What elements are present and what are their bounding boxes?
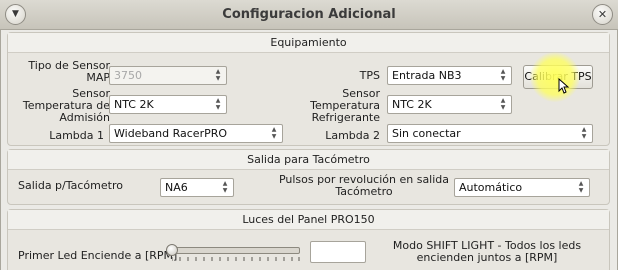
spin-arrows-icon[interactable]: ▲ ▼ bbox=[219, 180, 231, 195]
primer-led-rpm-input[interactable] bbox=[310, 241, 366, 263]
spin-arrows-icon[interactable]: ▲ ▼ bbox=[578, 126, 590, 141]
spin-arrows-icon[interactable]: ▲ ▼ bbox=[212, 68, 224, 83]
sensor-temp-refrigerante-combo[interactable]: NTC 2K ▲ ▼ bbox=[387, 95, 512, 114]
salida-tacometro-combo[interactable]: NA6 ▲ ▼ bbox=[160, 178, 234, 197]
lambda1-value: Wideband RacerPRO bbox=[114, 127, 228, 140]
luces-panel-title: Luces del Panel PRO150 bbox=[8, 210, 609, 230]
close-icon[interactable]: ✕ bbox=[592, 4, 613, 25]
shift-light-label: Modo SHIFT LIGHT - Todos los leds encien… bbox=[392, 239, 582, 264]
mouse-cursor-icon bbox=[558, 78, 570, 94]
spin-arrows-icon[interactable]: ▲ ▼ bbox=[212, 97, 224, 112]
tipo-sensor-map-combo[interactable]: 3750 ▲ ▼ bbox=[109, 66, 227, 85]
sensor-temp-refrigerante-value: NTC 2K bbox=[392, 98, 432, 111]
tps-label: TPS bbox=[359, 69, 380, 82]
luces-panel-group: Luces del Panel PRO150 Primer Led Encien… bbox=[7, 209, 610, 270]
click-highlight bbox=[530, 52, 580, 102]
salida-tacometro-label: Salida p/Tacómetro bbox=[18, 179, 123, 192]
sensor-temp-admision-combo[interactable]: NTC 2K ▲ ▼ bbox=[109, 95, 227, 114]
pulsos-label: Pulsos por revolución en salida Tacómetr… bbox=[278, 173, 450, 198]
lambda2-combo[interactable]: Sin conectar ▲ ▼ bbox=[387, 124, 593, 143]
lambda1-combo[interactable]: Wideband RacerPRO ▲ ▼ bbox=[109, 124, 283, 143]
equipamiento-group: Equipamiento Tipo de Sensor MAP 3750 ▲ ▼ … bbox=[7, 32, 610, 146]
pulsos-value: Automático bbox=[459, 181, 523, 194]
spin-arrows-icon[interactable]: ▲ ▼ bbox=[268, 126, 280, 141]
sensor-temp-refrigerante-label: Sensor Temperatura Refrigerante bbox=[310, 87, 380, 124]
slider-ticks bbox=[172, 257, 300, 261]
sensor-temp-admision-label: Sensor Temperatura de Admisión bbox=[22, 87, 110, 124]
tps-combo[interactable]: Entrada NB3 ▲ ▼ bbox=[387, 66, 512, 85]
window-title: Configuracion Adicional bbox=[222, 7, 396, 22]
lambda2-value: Sin conectar bbox=[392, 127, 461, 140]
tipo-sensor-map-value: 3750 bbox=[114, 69, 142, 82]
equipamiento-title: Equipamiento bbox=[8, 33, 609, 53]
primer-led-slider-thumb[interactable] bbox=[166, 244, 178, 256]
title-bar: ▼ Configuracion Adicional ✕ bbox=[0, 0, 618, 30]
primer-led-slider-track[interactable] bbox=[172, 247, 300, 254]
lambda2-label: Lambda 2 bbox=[325, 129, 380, 142]
sensor-temp-admision-value: NTC 2K bbox=[114, 98, 154, 111]
primer-led-label: Primer Led Enciende a [RPM] bbox=[18, 249, 178, 262]
spin-arrows-icon[interactable]: ▲ ▼ bbox=[497, 68, 509, 83]
pulsos-combo[interactable]: Automático ▲ ▼ bbox=[454, 178, 590, 197]
tps-value: Entrada NB3 bbox=[392, 69, 462, 82]
dialog-body: Equipamiento Tipo de Sensor MAP 3750 ▲ ▼ … bbox=[0, 30, 618, 270]
spin-arrows-icon[interactable]: ▲ ▼ bbox=[575, 180, 587, 195]
salida-tacometro-title: Salida para Tacómetro bbox=[8, 150, 609, 170]
salida-tacometro-group: Salida para Tacómetro Salida p/Tacómetro… bbox=[7, 149, 610, 205]
spin-arrows-icon[interactable]: ▲ ▼ bbox=[497, 97, 509, 112]
tipo-sensor-map-label: Tipo de Sensor MAP bbox=[28, 59, 110, 84]
lambda1-label: Lambda 1 bbox=[49, 129, 104, 142]
salida-tacometro-value: NA6 bbox=[165, 181, 188, 194]
